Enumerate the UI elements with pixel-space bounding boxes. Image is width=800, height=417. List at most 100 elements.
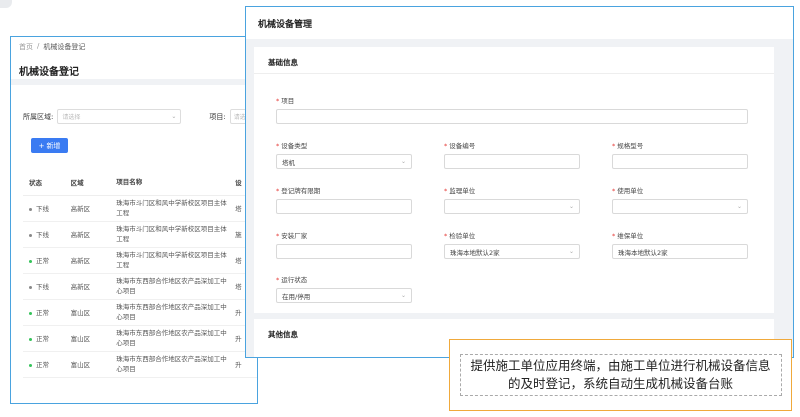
- registration-expiry-input[interactable]: [276, 199, 412, 214]
- column-header-region[interactable]: 区域: [68, 169, 115, 196]
- project-cell: 珠海市东西部合作地区农产品深加工中心项目: [114, 299, 234, 326]
- project-cell: 珠海市东西部合作地区农产品深加工中心项目: [114, 325, 234, 352]
- supervisor-field: * 监理单位 ⌄: [444, 185, 580, 214]
- plus-icon: +: [38, 141, 45, 150]
- table-row[interactable]: 正常 富山区 珠海市东西部合作地区农产品深加工中心项目升: [23, 325, 257, 352]
- table-row[interactable]: 正常 富山区 珠海市东西部合作地区农产品深加工中心项目升: [23, 351, 257, 378]
- status-text: 正常: [36, 361, 49, 369]
- status-dot-icon: [29, 363, 32, 367]
- filter-bar: 所属区域: 请选择 ⌄ 项目: 请选: [11, 109, 257, 124]
- model-label: 规格型号: [617, 142, 644, 150]
- status-dot-icon: [29, 311, 32, 315]
- table-row[interactable]: 正常 高新区 珠海市斗门区和风中学新校区项目主体工程塔: [23, 247, 257, 274]
- required-marker: *: [276, 97, 280, 105]
- status-text: 下线: [36, 231, 49, 239]
- inspector-field: * 检验单位 珠海本地默认2家 ⌄: [444, 230, 580, 259]
- breadcrumb: 首页 / 机械设备登记: [19, 42, 249, 52]
- equipment-management-dialog: 机械设备管理 基础信息 * 项目 * 设备类型 塔机 ⌄ * 设备编号 * 规格型号 * 登: [245, 6, 794, 358]
- supervisor-label: 监理单位: [449, 187, 476, 195]
- inspector-label: 检验单位: [449, 232, 476, 240]
- caption-box: 提供施工单位应用终端，由施工单位进行机械设备信息的及时登记，系统自动生成机械设备…: [449, 339, 792, 411]
- region-filter-label: 所属区域:: [23, 112, 54, 121]
- run-status-select[interactable]: 在用/停用 ⌄: [276, 288, 412, 303]
- required-marker: *: [444, 232, 448, 240]
- page-title: 机械设备登记: [19, 67, 79, 78]
- status-dot-icon: [29, 233, 32, 237]
- equipment-table: 状态 区域 项目名称 设 下线 高新区 珠海市斗门区和风中学新校区项目主体工程塔下线…: [23, 169, 257, 378]
- add-button[interactable]: + 新增: [31, 138, 68, 153]
- run-status-field: * 运行状态 在用/停用 ⌄: [276, 274, 412, 303]
- status-cell: 下线: [23, 221, 69, 248]
- region-cell: 高新区: [68, 195, 115, 222]
- run-status-label: 运行状态: [281, 276, 308, 284]
- column-header-status[interactable]: 状态: [23, 169, 69, 196]
- status-cell: 正常: [23, 351, 69, 378]
- project-cell: 珠海市东西部合作地区农产品深加工中心项目: [114, 351, 234, 378]
- column-header-project[interactable]: 项目名称: [114, 169, 234, 196]
- model-field: * 规格型号: [612, 140, 748, 169]
- device-number-input[interactable]: [444, 154, 580, 169]
- chevron-down-icon: ⌄: [400, 292, 406, 299]
- required-marker: *: [276, 232, 280, 240]
- table-row[interactable]: 下线 高新区 珠海市斗门区和风中学新校区项目主体工程施: [23, 221, 257, 248]
- table-row[interactable]: 下线 高新区 珠海市东西部合作地区农产品深加工中心项目塔: [23, 273, 257, 300]
- project-cell: 珠海市斗门区和风中学新校区项目主体工程: [114, 221, 234, 248]
- region-select-placeholder: 请选择: [62, 114, 81, 121]
- status-text: 下线: [36, 283, 49, 291]
- installer-input[interactable]: [276, 244, 412, 259]
- status-text: 下线: [36, 205, 49, 213]
- status-text: 正常: [36, 309, 49, 317]
- breadcrumb-separator: /: [37, 42, 40, 50]
- table-row[interactable]: 正常 富山区 珠海市东西部合作地区农产品深加工中心项目升: [23, 299, 257, 326]
- user-unit-label: 使用单位: [617, 187, 644, 195]
- registration-expiry-field: * 登记牌有限期: [276, 185, 412, 214]
- equipment-registration-panel: 首页 / 机械设备登记 机械设备登记 所属区域: 请选择 ⌄ 项目: 请选 + …: [10, 36, 258, 404]
- installer-label: 安装厂家: [281, 232, 308, 240]
- required-marker: *: [276, 142, 280, 150]
- caption-text: 提供施工单位应用终端，由施工单位进行机械设备信息的及时登记，系统自动生成机械设备…: [459, 354, 782, 396]
- status-cell: 正常: [23, 325, 69, 352]
- panel-header: 首页 / 机械设备登记 机械设备登记: [11, 37, 257, 85]
- supervisor-select[interactable]: ⌄: [444, 199, 580, 214]
- project-select-placeholder: 请选: [233, 114, 246, 121]
- region-select[interactable]: 请选择 ⌄: [57, 109, 182, 124]
- required-marker: *: [612, 232, 616, 240]
- model-input[interactable]: [612, 154, 748, 169]
- region-cell: 富山区: [68, 299, 115, 326]
- device-type-value: 塔机: [282, 158, 295, 167]
- project-cell: 珠海市东西部合作地区农产品深加工中心项目: [114, 273, 234, 300]
- required-marker: *: [276, 276, 280, 284]
- device-number-label: 设备编号: [449, 142, 476, 150]
- project-field: * 项目: [276, 95, 748, 124]
- project-input[interactable]: [276, 109, 748, 124]
- table-body: 下线 高新区 珠海市斗门区和风中学新校区项目主体工程塔下线 高新区 珠海市斗门区和风中学…: [23, 195, 257, 378]
- chevron-down-icon: ⌄: [171, 113, 177, 120]
- user-unit-select[interactable]: ⌄: [612, 199, 748, 214]
- required-marker: *: [444, 142, 448, 150]
- status-cell: 正常: [23, 247, 69, 274]
- device-type-label: 设备类型: [281, 142, 308, 150]
- region-cell: 富山区: [68, 351, 115, 378]
- inspector-select[interactable]: 珠海本地默认2家 ⌄: [444, 244, 580, 259]
- maintainer-value: 珠海本地默认2家: [618, 248, 668, 257]
- status-cell: 下线: [23, 273, 69, 300]
- basic-info-card: 基础信息 * 项目 * 设备类型 塔机 ⌄ * 设备编号 * 规格型号 * 登记牌有限期: [254, 47, 774, 313]
- chevron-down-icon: ⌄: [400, 158, 406, 165]
- chevron-down-icon: ⌄: [568, 248, 574, 255]
- user-unit-field: * 使用单位 ⌄: [612, 185, 748, 214]
- maintainer-input[interactable]: 珠海本地默认2家: [612, 244, 748, 259]
- region-cell: 高新区: [68, 247, 115, 274]
- table-row[interactable]: 下线 高新区 珠海市斗门区和风中学新校区项目主体工程塔: [23, 195, 257, 222]
- region-cell: 富山区: [68, 325, 115, 352]
- breadcrumb-home[interactable]: 首页: [19, 42, 33, 52]
- required-marker: *: [276, 187, 280, 195]
- required-marker: *: [612, 142, 616, 150]
- other-info-title: 其他信息: [268, 330, 298, 339]
- device-type-select[interactable]: 塔机 ⌄: [276, 154, 412, 169]
- project-cell: 珠海市斗门区和风中学新校区项目主体工程: [114, 247, 234, 274]
- maintainer-label: 维保单位: [617, 232, 644, 240]
- registration-expiry-label: 登记牌有限期: [281, 187, 321, 195]
- region-cell: 高新区: [68, 273, 115, 300]
- project-filter-label: 项目:: [209, 112, 226, 121]
- breadcrumb-current: 机械设备登记: [43, 43, 86, 51]
